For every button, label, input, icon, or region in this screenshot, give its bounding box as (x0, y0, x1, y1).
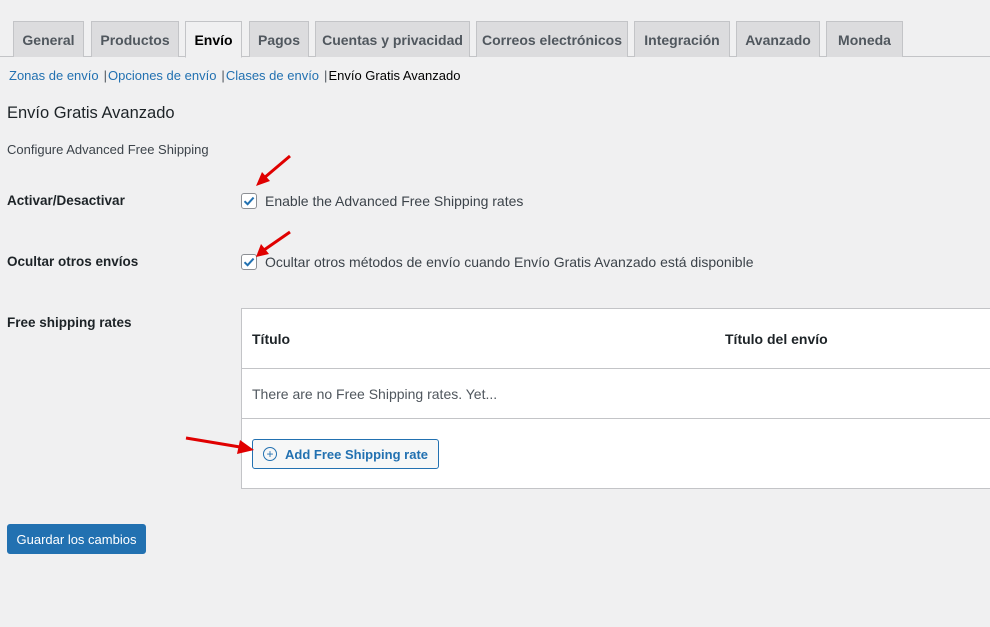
check-icon (243, 257, 255, 267)
hide-others-checkbox[interactable] (241, 254, 257, 270)
settings-tabs: General Productos Envío Pagos Cuentas y … (0, 0, 990, 58)
table-row: There are no Free Shipping rates. Yet... (242, 369, 990, 419)
subnav-separator: | (103, 68, 108, 83)
rates-table: Título Título del envío There are no Fre… (241, 308, 990, 489)
annotation-arrow-icon (256, 154, 291, 186)
tab-general[interactable]: General (13, 21, 84, 57)
rates-table-header: Título Título del envío (242, 309, 990, 369)
tab-cuentas-privacidad[interactable]: Cuentas y privacidad (315, 21, 470, 57)
page-description: Configure Advanced Free Shipping (7, 142, 209, 157)
subnav-link-classes[interactable]: Clases de envío (226, 68, 319, 83)
enable-label: Activar/Desactivar (7, 193, 125, 208)
subnav-separator: | (324, 68, 328, 83)
tab-correos-electronicos[interactable]: Correos electrónicos (476, 21, 628, 57)
subnav-link-zones[interactable]: Zonas de envío (9, 68, 99, 83)
add-button-label: Add Free Shipping rate (285, 446, 429, 462)
check-icon (243, 196, 255, 206)
column-header-titulo-envio: Título del envío (725, 331, 828, 347)
subnav-current: Envío Gratis Avanzado (328, 68, 461, 83)
save-changes-button[interactable]: Guardar los cambios (7, 524, 146, 554)
hide-others-row: Ocultar otros métodos de envío cuando En… (241, 254, 753, 270)
plus-circle-icon: + (263, 447, 277, 461)
add-free-shipping-rate-button[interactable]: + Add Free Shipping rate (252, 439, 440, 469)
page-title: Envío Gratis Avanzado (7, 104, 175, 122)
subnav-separator: | (221, 68, 225, 83)
enable-checkbox-label: Enable the Advanced Free Shipping rates (265, 193, 524, 209)
hide-others-checkbox-label: Ocultar otros métodos de envío cuando En… (265, 254, 754, 270)
hide-others-label: Ocultar otros envíos (7, 254, 139, 269)
subnav-link-options[interactable]: Opciones de envío (108, 68, 216, 83)
column-header-titulo: Título (252, 331, 291, 347)
shipping-subnav: Zonas de envío |Opciones de envío |Clases … (9, 68, 460, 83)
rates-label: Free shipping rates (7, 315, 132, 330)
empty-message: There are no Free Shipping rates. Yet... (252, 386, 498, 402)
enable-checkbox[interactable] (241, 193, 257, 209)
enable-row: Enable the Advanced Free Shipping rates (241, 193, 523, 209)
tab-moneda[interactable]: Moneda (826, 21, 903, 57)
tab-productos[interactable]: Productos (91, 21, 179, 57)
tab-integracion[interactable]: Integración (634, 21, 730, 57)
tab-envio[interactable]: Envío (185, 21, 242, 58)
tab-avanzado[interactable]: Avanzado (736, 21, 820, 57)
tab-pagos[interactable]: Pagos (249, 21, 309, 57)
